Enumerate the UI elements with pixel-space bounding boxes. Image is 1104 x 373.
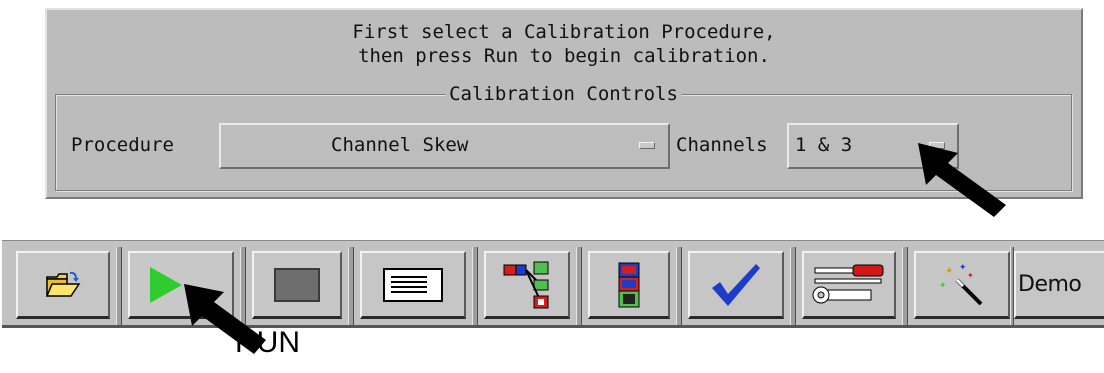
system-overview-button[interactable] (484, 251, 570, 319)
checkmark-icon (712, 263, 760, 306)
folder-open-icon (45, 271, 81, 297)
dropdown-indicator-icon (639, 142, 655, 149)
module-stack-icon (618, 262, 640, 307)
procedure-select-value: Channel Skew (331, 134, 469, 156)
network-tree-icon (503, 261, 549, 308)
calibration-button[interactable] (688, 251, 784, 319)
main-toolbar: ✦ ✦ ✦ ✦ Demo (2, 240, 1104, 328)
module-setup-button[interactable] (588, 251, 670, 319)
demo-button[interactable]: Demo (1014, 251, 1104, 319)
channels-label: Channels (676, 134, 768, 156)
demo-label: Demo (1018, 272, 1082, 297)
channels-select-value: 1 & 3 (795, 134, 853, 156)
svg-text:✦: ✦ (945, 266, 953, 277)
stop-square-icon (274, 267, 320, 302)
instruction-text: First select a Calibration Procedure, th… (47, 20, 1081, 68)
group-title: Calibration Controls (445, 82, 682, 106)
svg-text:✦: ✦ (939, 281, 947, 291)
svg-text:✦: ✦ (959, 263, 967, 273)
listing-button[interactable] (360, 251, 466, 319)
svg-text:✦: ✦ (967, 271, 974, 280)
wrench-screwdriver-icon (812, 264, 884, 303)
open-folder-button[interactable] (16, 251, 110, 319)
run-annotation-label: RUN (235, 326, 300, 359)
instruction-line-1: First select a Calibration Procedure, (352, 21, 776, 43)
tools-button[interactable] (802, 251, 896, 319)
pointer-arrow-icon (918, 143, 1006, 217)
wizard-button[interactable]: ✦ ✦ ✦ ✦ (914, 251, 1010, 319)
list-document-icon (383, 267, 443, 302)
instruction-line-2: then press Run to begin calibration. (358, 45, 770, 67)
procedure-select[interactable]: Channel Skew (219, 123, 670, 169)
magic-wand-icon: ✦ ✦ ✦ ✦ (939, 263, 983, 305)
procedure-label: Procedure (71, 134, 174, 156)
